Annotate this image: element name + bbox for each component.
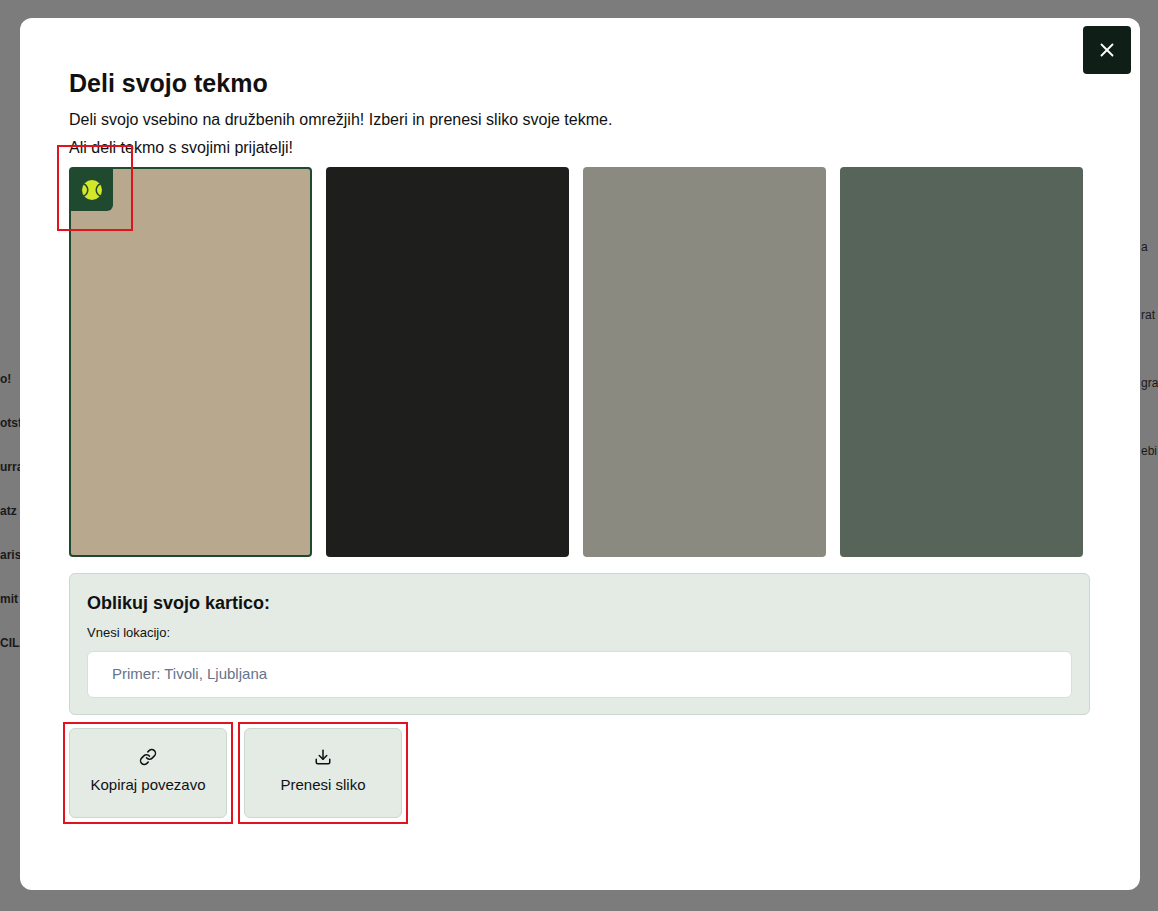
template-card[interactable] xyxy=(840,167,1083,557)
copy-link-button[interactable]: Kopiraj povezavo xyxy=(69,728,227,818)
button-label: Kopiraj povezavo xyxy=(90,774,205,797)
tennis-ball-icon xyxy=(81,179,103,201)
background-text: gra xyxy=(1141,374,1158,392)
background-text: mit xyxy=(0,590,20,608)
annotation-wrapper: Prenesi sliko xyxy=(238,722,408,824)
template-card[interactable] xyxy=(583,167,826,557)
background-text: atz xyxy=(0,502,20,520)
template-card[interactable] xyxy=(326,167,569,557)
customize-panel: Oblikuj svojo kartico: Vnesi lokacijo: xyxy=(69,573,1090,715)
button-label: Prenesi sliko xyxy=(280,774,365,797)
close-icon xyxy=(1096,39,1118,61)
description-line: Ali deli tekmo s svojimi prijatelji! xyxy=(69,134,1090,162)
dialog-description: Deli svojo vsebino na družbenih omrežjih… xyxy=(69,106,1090,162)
background-text: rat xyxy=(1141,306,1158,324)
background-text: ebi xyxy=(1141,442,1158,460)
link-icon xyxy=(139,748,157,766)
background-text: CILA xyxy=(0,634,20,652)
template-card[interactable] xyxy=(69,167,312,557)
dialog-title: Deli svojo tekmo xyxy=(69,68,1090,98)
download-button[interactable]: Prenesi sliko xyxy=(244,728,402,818)
download-icon xyxy=(314,748,332,766)
background-left: o! otsf urra atz arist mit CILA xyxy=(0,370,20,652)
background-text: o! xyxy=(0,370,20,388)
background-text: a xyxy=(1141,238,1158,256)
page: o!otsfurraatzaristmitCILAaratgraebiDeli … xyxy=(0,0,1158,911)
location-input[interactable] xyxy=(87,651,1072,698)
background-text: urra xyxy=(0,458,20,476)
selected-badge xyxy=(71,169,113,211)
close-button[interactable] xyxy=(1083,26,1131,74)
background-text: arist xyxy=(0,546,20,564)
annotation-box xyxy=(57,145,133,231)
background-text: otsf xyxy=(0,414,20,432)
location-label: Vnesi lokacijo: xyxy=(87,623,1072,643)
template-list xyxy=(69,167,1089,557)
customize-title: Oblikuj svojo kartico: xyxy=(87,591,1072,615)
share-dialog: Deli svojo tekmo Deli svojo vsebino na dr… xyxy=(20,18,1140,890)
background-right: a rat gra ebi xyxy=(1141,238,1158,460)
action-buttons: Kopiraj povezavo Prenesi sliko xyxy=(63,722,1090,824)
description-line: Deli svojo vsebino na družbenih omrežjih… xyxy=(69,106,1090,134)
annotation-wrapper: Kopiraj povezavo xyxy=(63,722,233,824)
